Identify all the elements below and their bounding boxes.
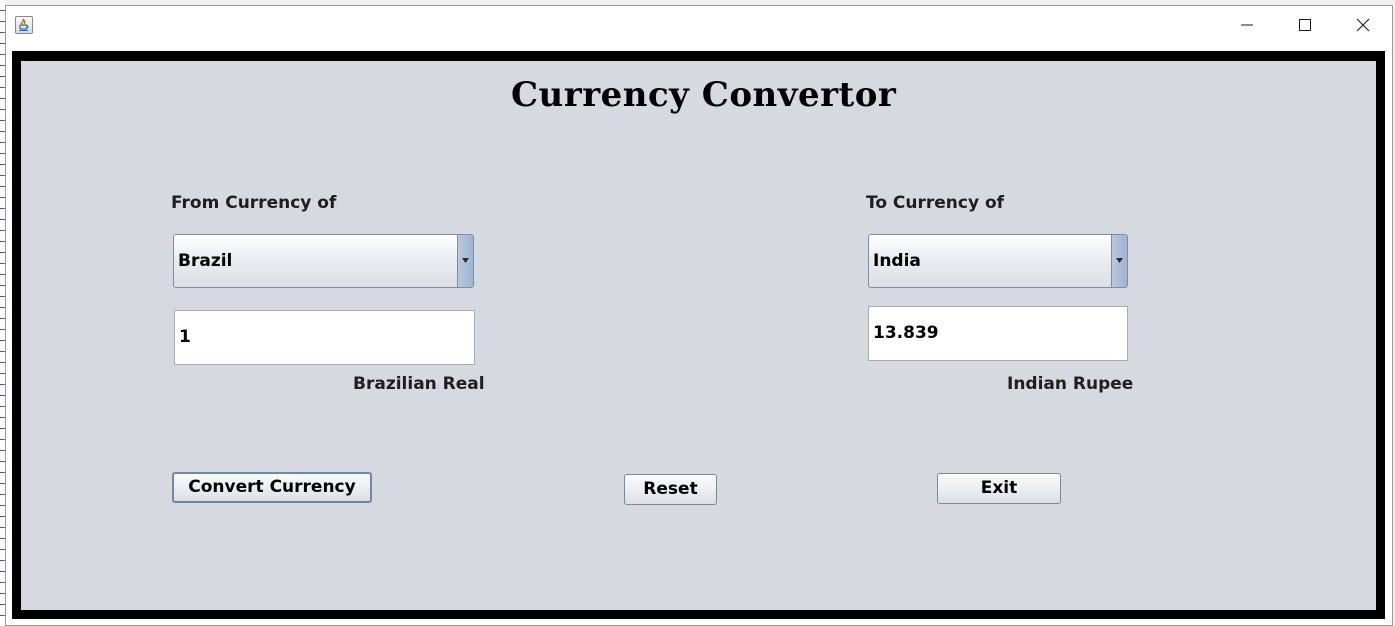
screen: Currency Convertor From Currency of To C…: [0, 0, 1395, 626]
minimize-button[interactable]: [1218, 6, 1276, 45]
app-window: Currency Convertor From Currency of To C…: [5, 5, 1393, 626]
to-country-value: India: [873, 251, 921, 271]
to-currency-name: Indian Rupee: [1007, 374, 1134, 394]
to-dropdown-arrow[interactable]: [1111, 235, 1127, 287]
exit-button[interactable]: Exit: [937, 473, 1061, 504]
from-country-dropdown[interactable]: Brazil: [173, 234, 474, 288]
maximize-button[interactable]: [1276, 6, 1334, 45]
content-frame: Currency Convertor From Currency of To C…: [12, 51, 1385, 619]
converter-panel: Currency Convertor From Currency of To C…: [21, 61, 1376, 610]
app-title: Currency Convertor: [511, 75, 897, 115]
from-currency-name: Brazilian Real: [353, 374, 485, 394]
to-currency-label: To Currency of: [866, 193, 1005, 213]
chevron-down-icon: [462, 258, 469, 263]
close-icon: [1356, 18, 1370, 32]
from-currency-label: From Currency of: [171, 193, 337, 213]
minimize-icon: [1241, 24, 1253, 26]
java-app-icon[interactable]: [15, 16, 33, 34]
to-amount-field[interactable]: 13.839: [868, 306, 1128, 361]
from-country-value: Brazil: [178, 251, 233, 271]
to-country-dropdown[interactable]: India: [868, 234, 1128, 288]
reset-button[interactable]: Reset: [624, 474, 717, 505]
maximize-icon: [1299, 19, 1311, 31]
convert-currency-button[interactable]: Convert Currency: [172, 472, 372, 503]
chevron-down-icon: [1116, 258, 1123, 263]
from-dropdown-arrow[interactable]: [457, 235, 473, 287]
close-button[interactable]: [1334, 6, 1392, 45]
from-amount-input[interactable]: 1: [174, 310, 475, 365]
title-bar[interactable]: [6, 6, 1392, 45]
